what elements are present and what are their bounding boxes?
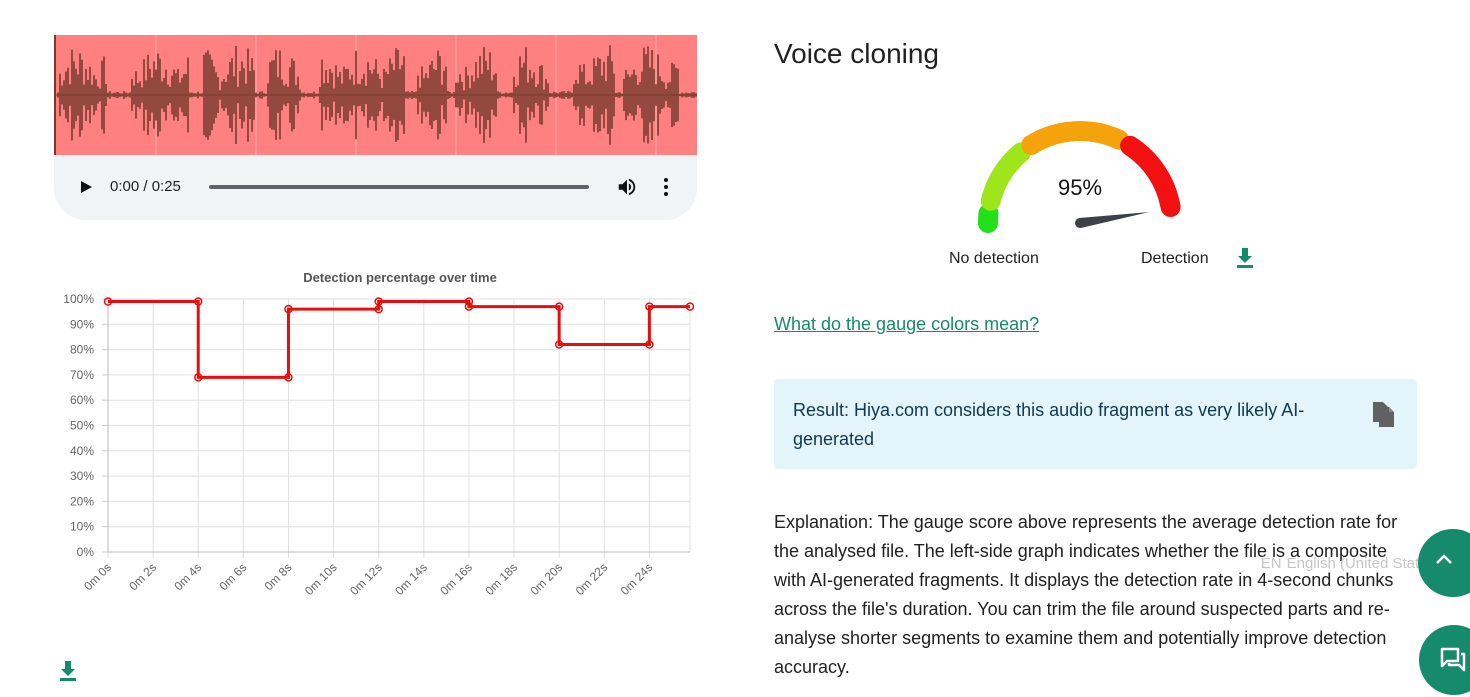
language-selector[interactable]: EN English (United States) xyxy=(1200,555,1440,577)
chart-y-tick-label: 0% xyxy=(77,545,95,559)
chart-y-tick-label: 60% xyxy=(70,393,94,407)
chart-series-line xyxy=(108,300,690,379)
chart-y-tick-label: 10% xyxy=(70,520,94,534)
chart-x-tick-label: 0m 0s xyxy=(81,560,114,593)
gauge-colors-help-link[interactable]: What do the gauge colors mean? xyxy=(774,314,1039,335)
language-code: EN xyxy=(1260,555,1282,572)
chart-x-tick-label: 0m 4s xyxy=(171,560,204,593)
gauge-min-label: No detection xyxy=(949,250,1039,267)
chart-title: Detection percentage over time xyxy=(303,270,497,285)
audio-waveform[interactable] xyxy=(54,35,697,155)
chart-y-tick-label: 40% xyxy=(70,444,94,458)
chevron-up-icon xyxy=(1436,554,1452,564)
chart-y-tick-label: 100% xyxy=(63,292,94,306)
chart-y-tick-label: 80% xyxy=(70,343,94,357)
language-name: English (United States) xyxy=(1286,555,1440,572)
scroll-top-button[interactable] xyxy=(1418,529,1470,597)
chart-y-tick-label: 30% xyxy=(70,469,94,483)
download-icon[interactable] xyxy=(58,660,78,682)
gauge-segment xyxy=(980,142,1031,211)
gauge-segment xyxy=(1120,135,1181,218)
chart-y-tick-label: 90% xyxy=(70,317,94,331)
page-title: Voice cloning xyxy=(774,38,940,69)
detection-gauge xyxy=(978,121,1181,233)
gauge-segment xyxy=(978,203,999,233)
waveform-graphic xyxy=(56,35,697,155)
chart-x-tick-label: 0m 22s xyxy=(573,560,611,598)
detection-chart: 0% 10% 20% 30% 40% 50% 60% 70% 80% 90% 100% 0m 0s 0m… xyxy=(63,292,695,598)
gauge-needle xyxy=(1079,212,1150,228)
gauge-value: 95% xyxy=(1057,175,1103,200)
chart-x-tick-label: 0m 2s xyxy=(126,560,159,593)
audio-progress-bar[interactable] xyxy=(209,185,589,189)
chart-x-tick-label: 0m 16s xyxy=(437,560,475,598)
chart-x-tick-label: 0m 20s xyxy=(528,560,566,598)
chart-x-tick-label: 0m 14s xyxy=(392,560,430,598)
chart-x-tick-label: 0m 12s xyxy=(347,560,385,598)
copy-icon[interactable] xyxy=(1371,401,1395,429)
volume-icon[interactable] xyxy=(616,176,638,198)
download-icon[interactable] xyxy=(1235,246,1255,270)
result-summary-box: Result: Hiya.com considers this audio fr… xyxy=(774,379,1417,469)
audio-player: 0:00 / 0:25 xyxy=(54,155,697,220)
chart-y-tick-label: 20% xyxy=(70,494,94,508)
audio-time: 0:00 / 0:25 xyxy=(110,178,181,195)
chart-grid xyxy=(107,298,691,558)
chart-x-tick-label: 0m 24s xyxy=(618,560,656,598)
chat-button[interactable] xyxy=(1419,625,1470,695)
chart-x-tick-label: 0m 8s xyxy=(262,560,295,593)
result-explanation: Explanation: The gauge score above repre… xyxy=(774,512,1398,677)
more-vert-icon[interactable] xyxy=(658,176,674,198)
chart-x-tick-label: 0m 6s xyxy=(216,560,249,593)
chart-y-tick-label: 70% xyxy=(70,368,94,382)
gauge-segment xyxy=(1021,121,1129,155)
result-summary-text: Result: Hiya.com considers this audio fr… xyxy=(793,400,1305,449)
gauge-max-label: Detection xyxy=(1141,250,1209,267)
chat-icon xyxy=(1440,647,1466,672)
gauge-needle-hub xyxy=(1075,218,1085,228)
play-icon[interactable] xyxy=(78,177,94,197)
chart-x-tick-label: 0m 10s xyxy=(302,560,340,598)
chart-y-tick-label: 50% xyxy=(70,419,94,433)
chart-x-tick-label: 0m 18s xyxy=(482,560,520,598)
